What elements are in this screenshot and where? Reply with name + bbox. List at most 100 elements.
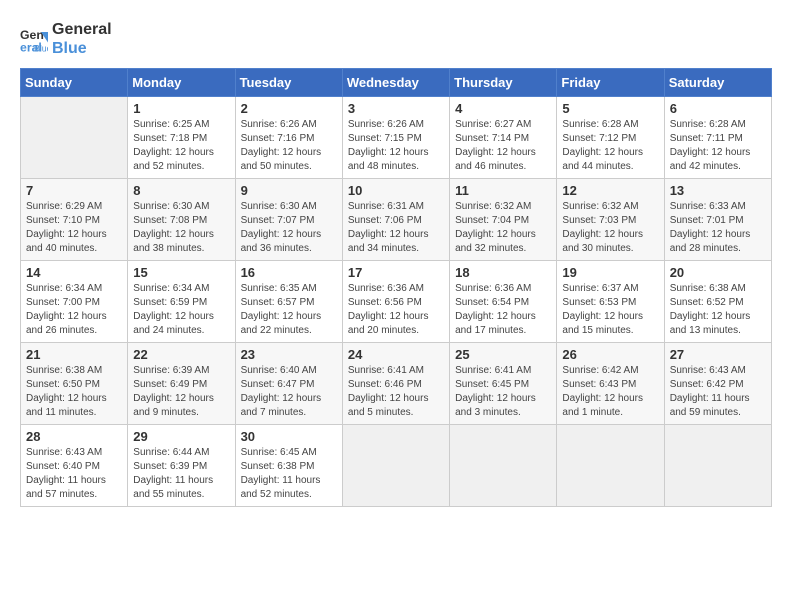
- calendar-cell: 21 Sunrise: 6:38 AMSunset: 6:50 PMDayligh…: [21, 343, 128, 425]
- day-number: 11: [455, 183, 551, 198]
- day-info: Sunrise: 6:38 AMSunset: 6:50 PMDaylight:…: [26, 364, 122, 420]
- calendar-cell: 22 Sunrise: 6:39 AMSunset: 6:49 PMDayligh…: [128, 343, 235, 425]
- day-number: 24: [348, 347, 444, 362]
- calendar-week-5: 28Sunrise: 6:43 AMSunset: 6:40 PMDayligh…: [21, 425, 772, 507]
- logo-blue: Blue: [52, 39, 112, 58]
- weekday-header-saturday: Saturday: [664, 69, 771, 97]
- calendar-cell: 4Sunrise: 6:27 AMSunset: 7:14 PMDaylight…: [450, 97, 557, 179]
- day-number: 22: [133, 347, 229, 362]
- calendar-cell: 18Sunrise: 6:36 AMSunset: 6:54 PMDayligh…: [450, 261, 557, 343]
- day-info: Sunrise: 6:43 AMSunset: 6:42 PMDaylight:…: [670, 364, 766, 420]
- calendar-table: SundayMondayTuesdayWednesdayThursdayFrid…: [20, 68, 772, 507]
- calendar-cell: 29 Sunrise: 6:44 AMSunset: 6:39 PMDayligh…: [128, 425, 235, 507]
- calendar-cell: 10 Sunrise: 6:31 AMSunset: 7:06 PMDayligh…: [342, 179, 449, 261]
- calendar-cell: 30 Sunrise: 6:45 AMSunset: 6:38 PMDayligh…: [235, 425, 342, 507]
- calendar-cell: 15 Sunrise: 6:34 AMSunset: 6:59 PMDayligh…: [128, 261, 235, 343]
- day-number: 5: [562, 101, 658, 116]
- day-number: 9: [241, 183, 337, 198]
- calendar-week-1: 1 Sunrise: 6:25 AMSunset: 7:18 PMDaylight…: [21, 97, 772, 179]
- day-info: Sunrise: 6:28 AMSunset: 7:12 PMDaylight:…: [562, 118, 658, 174]
- day-info: Sunrise: 6:31 AMSunset: 7:06 PMDaylight:…: [348, 200, 444, 256]
- day-info: Sunrise: 6:30 AMSunset: 7:07 PMDaylight:…: [241, 200, 337, 256]
- day-info: Sunrise: 6:37 AMSunset: 6:53 PMDaylight:…: [562, 282, 658, 338]
- weekday-header-thursday: Thursday: [450, 69, 557, 97]
- calendar-week-3: 14 Sunrise: 6:34 AMSunset: 7:00 PMDayligh…: [21, 261, 772, 343]
- calendar-cell: 6 Sunrise: 6:28 AMSunset: 7:11 PMDaylight…: [664, 97, 771, 179]
- page-header: Gen eral Blue General Blue: [20, 20, 772, 58]
- calendar-cell: 16 Sunrise: 6:35 AMSunset: 6:57 PMDayligh…: [235, 261, 342, 343]
- day-info: Sunrise: 6:34 AMSunset: 6:59 PMDaylight:…: [133, 282, 229, 338]
- calendar-cell: [21, 97, 128, 179]
- weekday-header-sunday: Sunday: [21, 69, 128, 97]
- day-number: 21: [26, 347, 122, 362]
- day-info: Sunrise: 6:39 AMSunset: 6:49 PMDaylight:…: [133, 364, 229, 420]
- calendar-cell: 5 Sunrise: 6:28 AMSunset: 7:12 PMDaylight…: [557, 97, 664, 179]
- day-number: 30: [241, 429, 337, 444]
- calendar-cell: 2 Sunrise: 6:26 AMSunset: 7:16 PMDaylight…: [235, 97, 342, 179]
- day-number: 6: [670, 101, 766, 116]
- calendar-cell: 17Sunrise: 6:36 AMSunset: 6:56 PMDayligh…: [342, 261, 449, 343]
- day-info: Sunrise: 6:28 AMSunset: 7:11 PMDaylight:…: [670, 118, 766, 174]
- day-info: Sunrise: 6:35 AMSunset: 6:57 PMDaylight:…: [241, 282, 337, 338]
- calendar-week-4: 21 Sunrise: 6:38 AMSunset: 6:50 PMDayligh…: [21, 343, 772, 425]
- day-info: Sunrise: 6:41 AMSunset: 6:46 PMDaylight:…: [348, 364, 444, 420]
- day-info: Sunrise: 6:40 AMSunset: 6:47 PMDaylight:…: [241, 364, 337, 420]
- day-number: 12: [562, 183, 658, 198]
- day-number: 25: [455, 347, 551, 362]
- calendar-cell: 7 Sunrise: 6:29 AMSunset: 7:10 PMDaylight…: [21, 179, 128, 261]
- day-info: Sunrise: 6:29 AMSunset: 7:10 PMDaylight:…: [26, 200, 122, 256]
- weekday-header-monday: Monday: [128, 69, 235, 97]
- calendar-cell: [664, 425, 771, 507]
- day-number: 29: [133, 429, 229, 444]
- calendar-cell: 13 Sunrise: 6:33 AMSunset: 7:01 PMDayligh…: [664, 179, 771, 261]
- day-info: Sunrise: 6:34 AMSunset: 7:00 PMDaylight:…: [26, 282, 122, 338]
- day-number: 27: [670, 347, 766, 362]
- calendar-cell: 26 Sunrise: 6:42 AMSunset: 6:43 PMDayligh…: [557, 343, 664, 425]
- calendar-cell: 1 Sunrise: 6:25 AMSunset: 7:18 PMDaylight…: [128, 97, 235, 179]
- calendar-cell: 14 Sunrise: 6:34 AMSunset: 7:00 PMDayligh…: [21, 261, 128, 343]
- calendar-cell: [450, 425, 557, 507]
- calendar-cell: 27 Sunrise: 6:43 AMSunset: 6:42 PMDayligh…: [664, 343, 771, 425]
- calendar-cell: 8 Sunrise: 6:30 AMSunset: 7:08 PMDaylight…: [128, 179, 235, 261]
- day-info: Sunrise: 6:25 AMSunset: 7:18 PMDaylight:…: [133, 118, 229, 174]
- day-number: 1: [133, 101, 229, 116]
- day-number: 18: [455, 265, 551, 280]
- calendar-cell: 24 Sunrise: 6:41 AMSunset: 6:46 PMDayligh…: [342, 343, 449, 425]
- day-number: 19: [562, 265, 658, 280]
- day-number: 8: [133, 183, 229, 198]
- calendar-cell: [557, 425, 664, 507]
- calendar-cell: 19 Sunrise: 6:37 AMSunset: 6:53 PMDayligh…: [557, 261, 664, 343]
- day-info: Sunrise: 6:33 AMSunset: 7:01 PMDaylight:…: [670, 200, 766, 256]
- calendar-cell: 3Sunrise: 6:26 AMSunset: 7:15 PMDaylight…: [342, 97, 449, 179]
- calendar-cell: 23 Sunrise: 6:40 AMSunset: 6:47 PMDayligh…: [235, 343, 342, 425]
- logo-icon: Gen eral Blue: [20, 25, 48, 53]
- day-number: 28: [26, 429, 122, 444]
- day-info: Sunrise: 6:45 AMSunset: 6:38 PMDaylight:…: [241, 446, 337, 502]
- day-info: Sunrise: 6:42 AMSunset: 6:43 PMDaylight:…: [562, 364, 658, 420]
- day-number: 26: [562, 347, 658, 362]
- calendar-cell: 25 Sunrise: 6:41 AMSunset: 6:45 PMDayligh…: [450, 343, 557, 425]
- day-number: 16: [241, 265, 337, 280]
- day-number: 13: [670, 183, 766, 198]
- day-number: 23: [241, 347, 337, 362]
- calendar-cell: [342, 425, 449, 507]
- calendar-cell: 9 Sunrise: 6:30 AMSunset: 7:07 PMDaylight…: [235, 179, 342, 261]
- day-info: Sunrise: 6:32 AMSunset: 7:03 PMDaylight:…: [562, 200, 658, 256]
- calendar-week-2: 7 Sunrise: 6:29 AMSunset: 7:10 PMDaylight…: [21, 179, 772, 261]
- day-number: 7: [26, 183, 122, 198]
- day-number: 10: [348, 183, 444, 198]
- calendar-cell: 28Sunrise: 6:43 AMSunset: 6:40 PMDayligh…: [21, 425, 128, 507]
- day-info: Sunrise: 6:41 AMSunset: 6:45 PMDaylight:…: [455, 364, 551, 420]
- calendar-cell: 11 Sunrise: 6:32 AMSunset: 7:04 PMDayligh…: [450, 179, 557, 261]
- day-info: Sunrise: 6:44 AMSunset: 6:39 PMDaylight:…: [133, 446, 229, 502]
- weekday-header-friday: Friday: [557, 69, 664, 97]
- day-info: Sunrise: 6:26 AMSunset: 7:16 PMDaylight:…: [241, 118, 337, 174]
- day-number: 14: [26, 265, 122, 280]
- calendar-cell: 20Sunrise: 6:38 AMSunset: 6:52 PMDayligh…: [664, 261, 771, 343]
- weekday-header-tuesday: Tuesday: [235, 69, 342, 97]
- day-number: 2: [241, 101, 337, 116]
- day-number: 15: [133, 265, 229, 280]
- day-number: 20: [670, 265, 766, 280]
- day-info: Sunrise: 6:32 AMSunset: 7:04 PMDaylight:…: [455, 200, 551, 256]
- day-info: Sunrise: 6:30 AMSunset: 7:08 PMDaylight:…: [133, 200, 229, 256]
